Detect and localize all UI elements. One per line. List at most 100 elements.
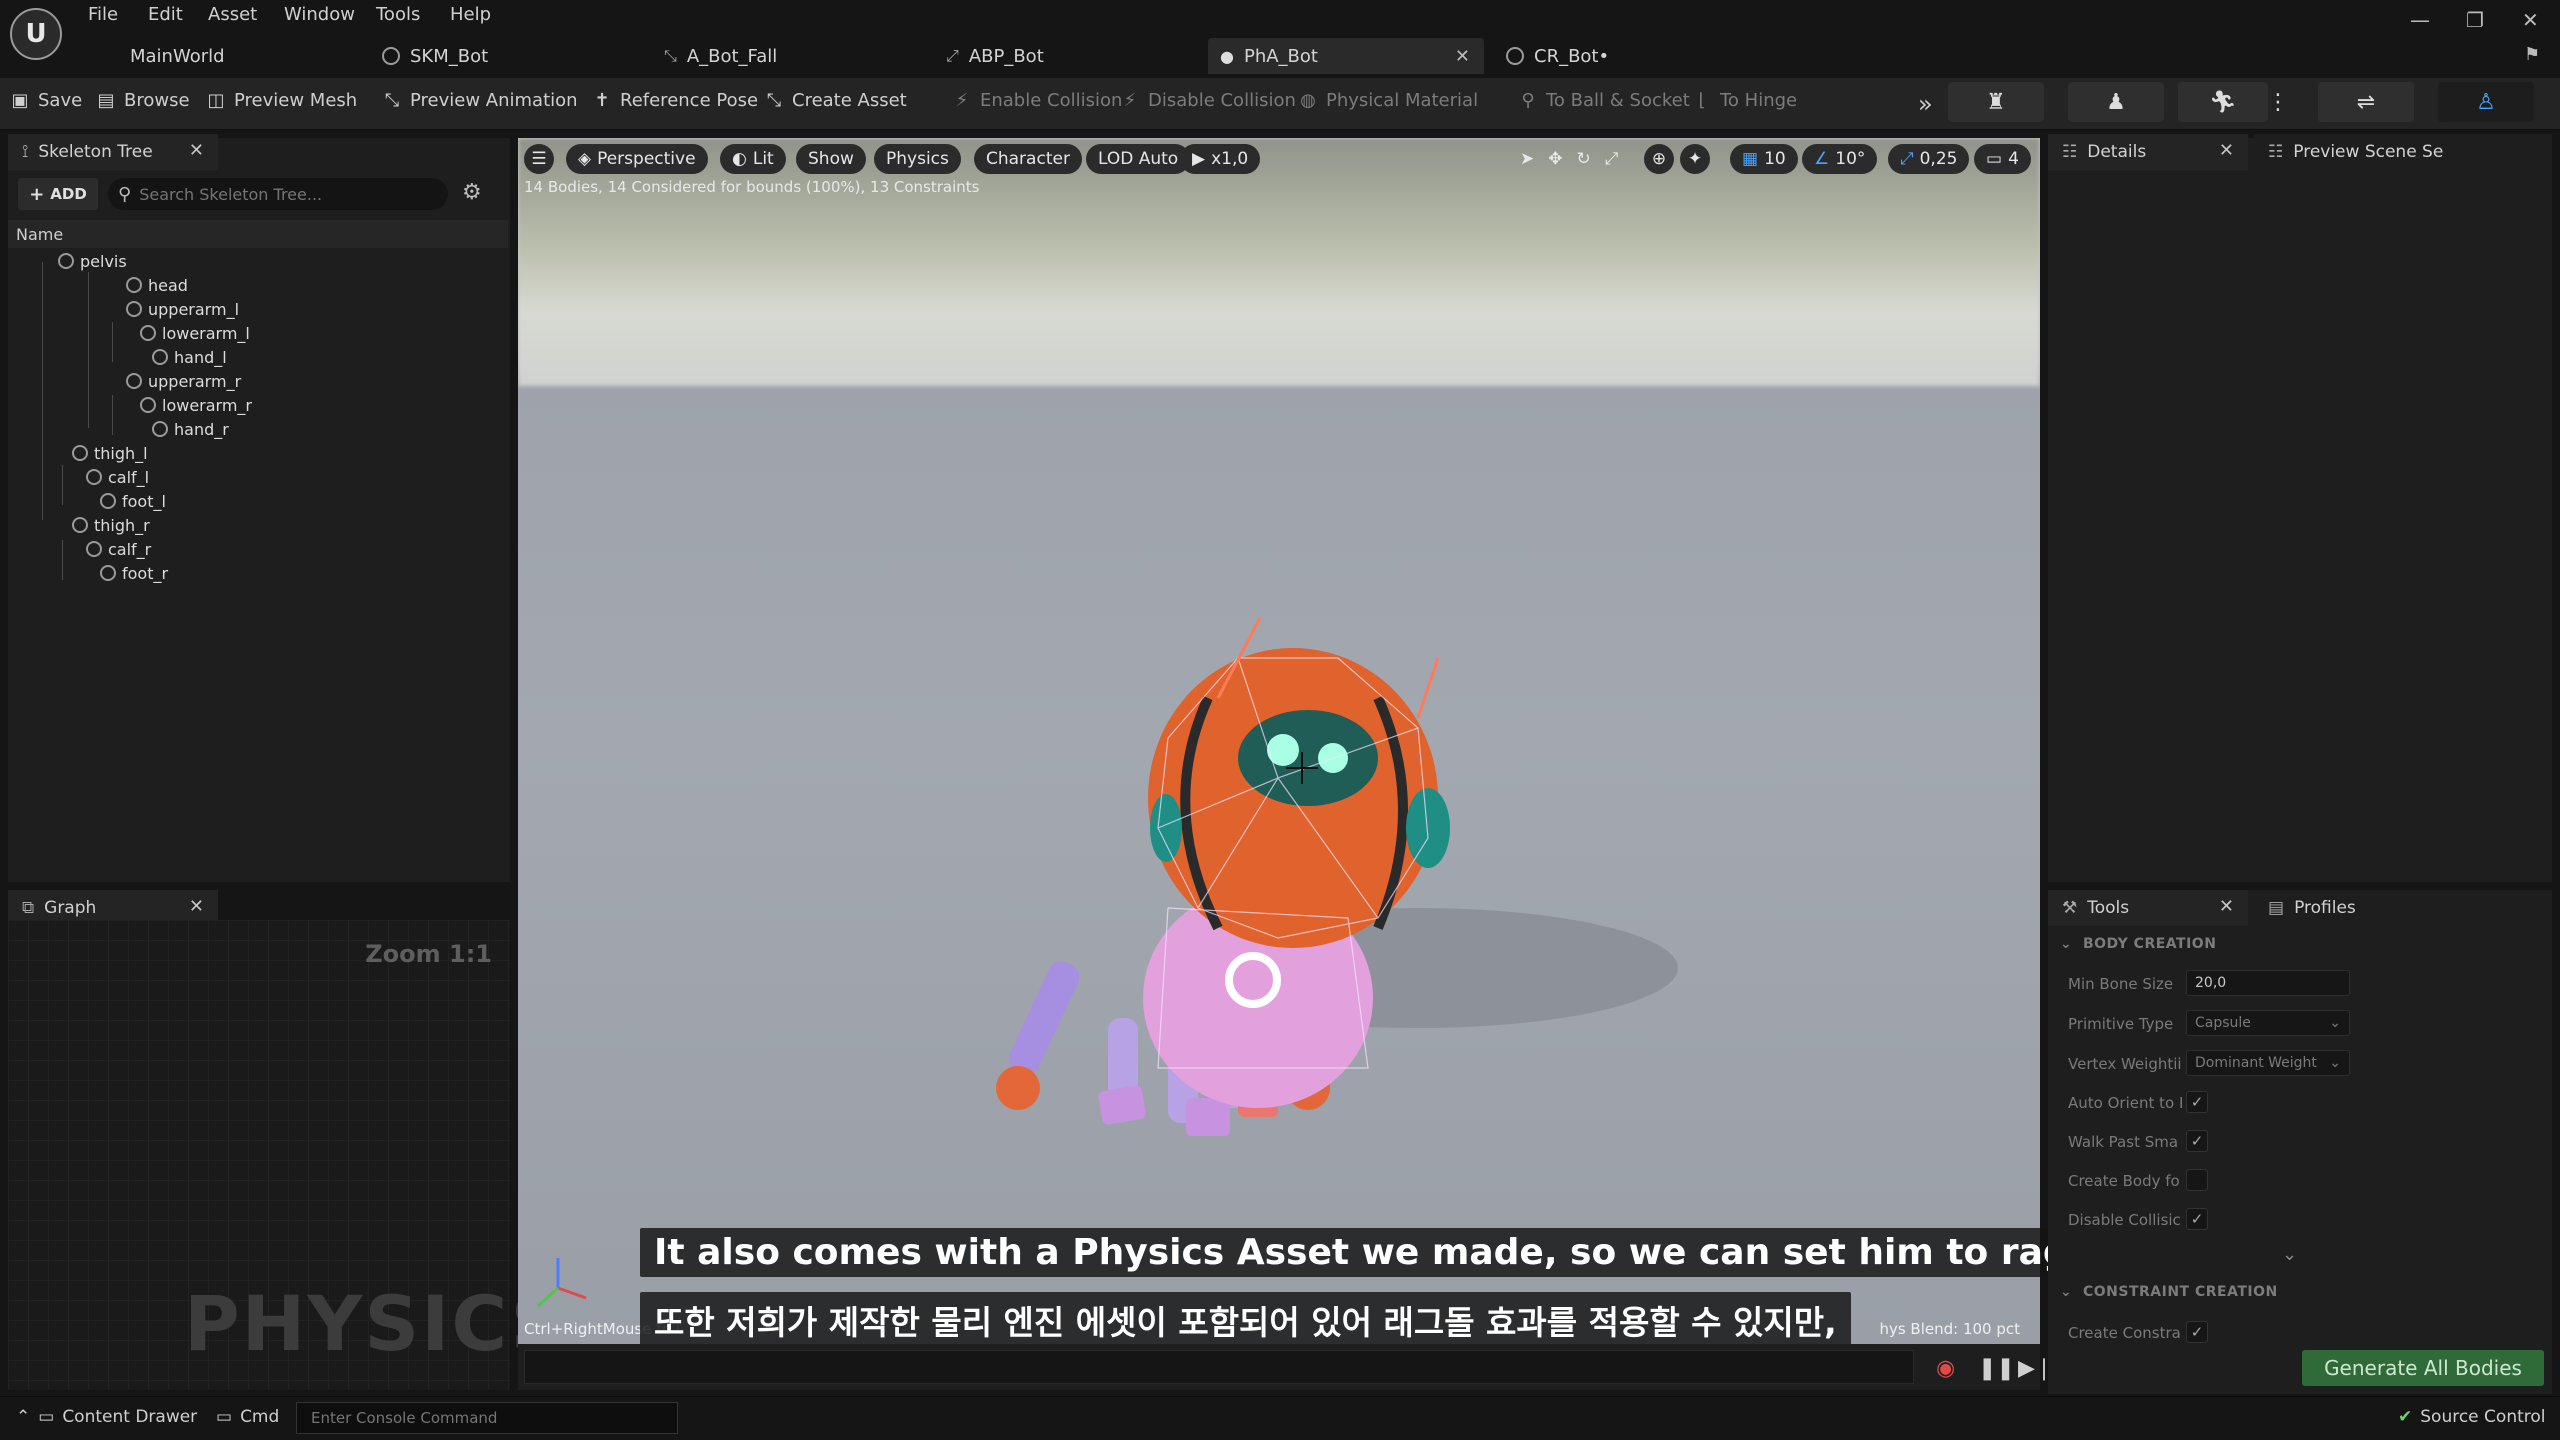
tab-cr-bot[interactable]: CR_Bot• <box>1494 38 1764 74</box>
bone-calf-l[interactable]: calf_l <box>86 466 149 488</box>
to-hinge-button[interactable]: ⌊ To Hinge <box>1692 90 1797 111</box>
settings-gear-icon[interactable]: ⚙ <box>462 180 482 205</box>
enable-collision-button[interactable]: ⚡ Enable Collision <box>952 90 1123 111</box>
menu-tools[interactable]: Tools <box>376 4 420 25</box>
graph-watermark: PHYSICS <box>184 1279 568 1368</box>
bone-head[interactable]: head <box>126 274 188 296</box>
menu-edit[interactable]: Edit <box>148 4 183 25</box>
tab-tools[interactable]: ⚒ Tools ✕ <box>2048 890 2248 926</box>
console-input[interactable] <box>311 1409 661 1427</box>
search-input[interactable] <box>139 184 420 204</box>
console-command-field[interactable] <box>296 1402 678 1434</box>
menu-file[interactable]: File <box>88 4 118 25</box>
blueprint-mode-button[interactable]: ⇌ <box>2318 82 2414 122</box>
create-body-checkbox[interactable] <box>2186 1169 2208 1191</box>
menu-help[interactable]: Help <box>450 4 491 25</box>
running-figure-icon: 🏃︎ <box>2209 89 2237 115</box>
close-icon[interactable]: ✕ <box>189 140 204 161</box>
bone-icon <box>100 493 116 509</box>
disable-collision-button[interactable]: ⚡ Disable Collision <box>1120 90 1296 111</box>
animation-mode-button[interactable]: 🏃︎ <box>2178 82 2268 122</box>
bone-calf-r[interactable]: calf_r <box>86 538 151 560</box>
vertex-weighting-select[interactable]: Dominant Weight ⌄ <box>2186 1050 2350 1076</box>
bone-icon <box>140 325 156 341</box>
mesh-icon: ◫ <box>207 90 225 111</box>
bone-hand-r[interactable]: hand_r <box>152 418 229 440</box>
preview-mesh-button[interactable]: ◫ Preview Mesh <box>206 90 357 111</box>
close-icon[interactable]: ✕ <box>2219 140 2234 161</box>
tab-skm-bot[interactable]: SKM_Bot <box>370 38 640 74</box>
record-icon[interactable]: ◉ <box>1936 1356 1955 1381</box>
close-icon[interactable]: ✕ <box>2219 896 2234 917</box>
tab-skeleton-tree[interactable]: ⟟ Skeleton Tree ✕ <box>8 134 218 170</box>
bone-thigh-l[interactable]: thigh_l <box>72 442 148 464</box>
tab-abp-bot[interactable]: ⤢ ABP_Bot <box>934 38 1204 74</box>
content-drawer-button[interactable]: ⌃ ▭ Content Drawer <box>16 1407 197 1427</box>
tab-profiles[interactable]: ▤ Profiles <box>2254 890 2552 926</box>
preview-mesh-label: Preview Mesh <box>234 90 358 111</box>
timeline-track[interactable] <box>524 1350 1914 1384</box>
reference-pose-button[interactable]: ✝ Reference Pose <box>592 90 758 111</box>
restore-icon[interactable]: ❐ <box>2466 8 2484 32</box>
bone-foot-l[interactable]: foot_l <box>100 490 166 512</box>
to-ball-socket-button[interactable]: ⚲ To Ball & Socket <box>1518 90 1689 111</box>
menu-window[interactable]: Window <box>284 4 355 25</box>
close-icon[interactable]: ✕ <box>189 896 204 917</box>
bone-hand-l[interactable]: hand_l <box>152 346 227 368</box>
bone-foot-r[interactable]: foot_r <box>100 562 168 584</box>
bone-pelvis[interactable]: pelvis <box>58 250 127 272</box>
tab-mainworld[interactable]: MainWorld <box>118 38 358 74</box>
create-asset-button[interactable]: ⤡ Create Asset <box>764 90 907 111</box>
bone-thigh-r[interactable]: thigh_r <box>72 514 150 536</box>
add-button[interactable]: + ADD <box>18 178 98 210</box>
search-icon: ⚲ <box>118 183 132 205</box>
browse-label: Browse <box>124 90 190 111</box>
body-creation-section[interactable]: ⌄ BODY CREATION <box>2060 936 2216 952</box>
preview-animation-button[interactable]: ⤡ Preview Animation <box>382 90 578 111</box>
level-name: MainWorld <box>130 45 225 67</box>
toolbar-overflow-icon[interactable]: » <box>1918 90 1933 118</box>
bone-upperarm-l[interactable]: upperarm_l <box>126 298 239 320</box>
source-control-button[interactable]: ✔ Source Control <box>2398 1407 2546 1427</box>
bone-lowerarm-r[interactable]: lowerarm_r <box>140 394 252 416</box>
skeleton-mode-button[interactable]: ♜ <box>1948 82 2044 122</box>
minimize-icon[interactable]: — <box>2410 8 2430 32</box>
auto-orient-checkbox[interactable]: ✓ <box>2186 1091 2208 1113</box>
close-window-icon[interactable]: ✕ <box>2522 8 2539 32</box>
name-column-header[interactable]: Name <box>8 220 508 248</box>
notification-icon[interactable]: ⚑ <box>2524 44 2540 65</box>
create-constraints-checkbox[interactable]: ✓ <box>2186 1321 2208 1343</box>
physical-material-label: Physical Material <box>1326 90 1479 111</box>
bone-icon <box>126 373 142 389</box>
min-bone-size-field[interactable]: 20,0 <box>2186 970 2350 996</box>
graph-icon: ⧉ <box>22 898 35 918</box>
skeleton-search[interactable]: ⚲ <box>108 178 448 210</box>
walk-past-checkbox[interactable]: ✓ <box>2186 1130 2208 1152</box>
close-icon[interactable]: ✕ <box>1455 46 1470 67</box>
more-options-icon[interactable]: ⋮ <box>2267 82 2289 122</box>
generate-all-bodies-button[interactable]: Generate All Bodies <box>2302 1350 2544 1386</box>
cmd-button[interactable]: ▭ Cmd <box>216 1407 279 1427</box>
tab-label: Preview Scene Se <box>2293 142 2444 162</box>
tab-details[interactable]: ☷ Details ✕ <box>2048 134 2248 170</box>
tab-a-bot-fall[interactable]: ⤡ A_Bot_Fall <box>652 38 922 74</box>
menu-asset[interactable]: Asset <box>208 4 257 25</box>
unreal-logo-icon[interactable]: U <box>10 8 62 60</box>
save-button[interactable]: ▣ Save <box>10 90 82 111</box>
primitive-type-select[interactable]: Capsule ⌄ <box>2186 1010 2350 1036</box>
expand-advanced-icon[interactable]: ⌄ <box>2282 1244 2297 1265</box>
bone-upperarm-r[interactable]: upperarm_r <box>126 370 241 392</box>
disable-collision-checkbox[interactable]: ✓ <box>2186 1208 2208 1230</box>
browse-button[interactable]: ▤ Browse <box>96 90 190 111</box>
mesh-mode-button[interactable]: ♟ <box>2068 82 2164 122</box>
constraint-creation-section[interactable]: ⌄ CONSTRAINT CREATION <box>2060 1284 2278 1300</box>
viewport[interactable]: ☰ ◈ Perspective ◐ Lit Show Physics Charact… <box>518 138 2040 1344</box>
generate-label: Generate All Bodies <box>2324 1356 2522 1380</box>
bone-lowerarm-l[interactable]: lowerarm_l <box>140 322 250 344</box>
physical-material-button[interactable]: ◍ Physical Material <box>1298 90 1478 111</box>
graph-canvas[interactable]: Zoom 1:1 PHYSICS <box>8 920 565 1390</box>
tab-pha-bot[interactable]: ● PhA_Bot ✕ <box>1208 38 1484 74</box>
physics-mode-button[interactable]: ♙ <box>2438 82 2534 122</box>
tab-preview-scene[interactable]: ☷ Preview Scene Se <box>2254 134 2552 170</box>
pause-icon[interactable]: ❚❚ <box>1978 1356 2015 1381</box>
